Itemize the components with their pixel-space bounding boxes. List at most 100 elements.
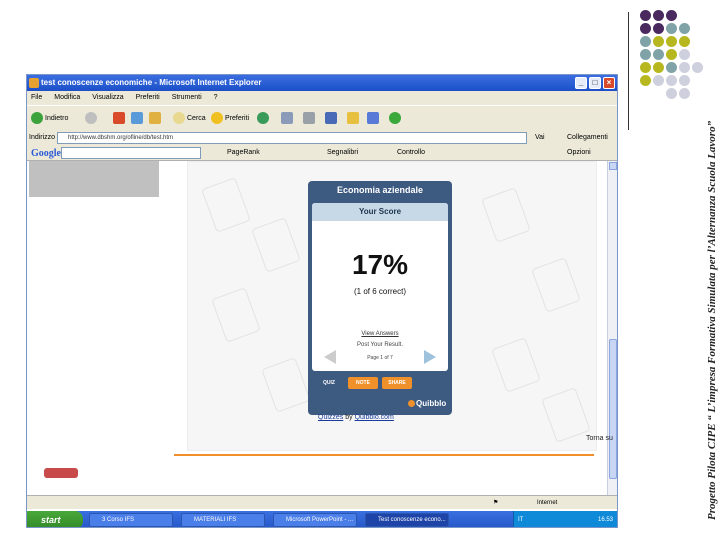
favorites-button[interactable]: Preferiti: [211, 112, 249, 126]
post-result-link[interactable]: Post Your Result.: [312, 342, 448, 348]
menu-file[interactable]: File: [31, 94, 42, 101]
messenger-icon: [389, 112, 401, 125]
menu-preferiti[interactable]: Preferiti: [136, 94, 160, 101]
forward-button[interactable]: [85, 112, 99, 126]
taskbar-item[interactable]: 3 Corso IFS: [89, 513, 173, 527]
decorative-dot: [666, 10, 677, 21]
research-button[interactable]: [367, 112, 381, 126]
refresh-icon: [131, 112, 143, 125]
next-arrow-icon[interactable]: [424, 350, 436, 364]
taskbar: start 3 Corso IFS MATERIALI IFS Microsof…: [27, 511, 617, 527]
history-button[interactable]: [257, 112, 271, 126]
decorative-dot: [653, 75, 664, 86]
taskbar-item-active[interactable]: Test conoscenze econo...: [365, 513, 449, 527]
google-logo: Google: [31, 148, 61, 159]
quiz-title: Economia aziendale: [336, 185, 424, 195]
back-button[interactable]: Indietro: [31, 112, 68, 126]
ie-icon: [29, 78, 39, 88]
status-bar: ⚑ Internet: [27, 495, 617, 509]
start-button[interactable]: start: [27, 511, 83, 527]
minimize-button[interactable]: _: [575, 77, 587, 89]
google-tool-bookmarks[interactable]: Segnalibri: [327, 145, 358, 161]
decorative-dot: [640, 62, 651, 73]
links-button[interactable]: Collegamenti: [567, 131, 608, 145]
edit-button[interactable]: [325, 112, 339, 126]
menu-modifica[interactable]: Modifica: [54, 94, 80, 101]
home-button[interactable]: [149, 112, 163, 126]
quiz-tabs: QUIZ NOTE SHARE: [308, 377, 452, 391]
quiz-widget: Economia aziendale Your Score 17% (1 of …: [308, 181, 452, 415]
close-button[interactable]: ×: [603, 77, 615, 89]
decorative-dot: [666, 36, 677, 47]
go-button[interactable]: Vai: [535, 131, 545, 145]
quibblo-link[interactable]: Quibblo.com: [355, 414, 394, 421]
decorative-dot: [679, 49, 690, 60]
search-button[interactable]: Cerca: [173, 112, 206, 126]
google-search-input[interactable]: [61, 147, 201, 159]
quibblo-dot-icon: [408, 400, 415, 408]
stop-icon: [113, 112, 125, 125]
bg-decoration: [481, 187, 531, 243]
tab-share[interactable]: SHARE: [382, 377, 412, 389]
decorative-dot: [653, 10, 664, 21]
research-icon: [367, 112, 379, 125]
score-card: Your Score 17% (1 of 6 correct) View Ans…: [312, 203, 448, 371]
view-answers-link[interactable]: View Answers: [312, 331, 448, 337]
maximize-button[interactable]: □: [589, 77, 601, 89]
taskbar-item[interactable]: MATERIALI IFS: [181, 513, 265, 527]
decorative-dot: [640, 49, 651, 60]
language-indicator[interactable]: IT: [518, 517, 523, 523]
menu-bar: File Modifica Visualizza Preferiti Strum…: [27, 91, 617, 105]
scroll-thumb[interactable]: [609, 339, 617, 479]
refresh-button[interactable]: [131, 112, 145, 126]
decorative-dot: [653, 49, 664, 60]
edit-icon: [325, 112, 337, 125]
decorative-dot: [679, 75, 690, 86]
menu-help[interactable]: ?: [214, 94, 218, 101]
toolbar: Indietro Cerca Preferiti: [27, 105, 617, 131]
bg-decoration: [491, 337, 541, 393]
discuss-button[interactable]: [347, 112, 361, 126]
scroll-up-arrow[interactable]: [609, 162, 617, 170]
stop-button[interactable]: [113, 112, 127, 126]
tab-quiz[interactable]: QUIZ: [316, 377, 342, 389]
tab-note[interactable]: NOTE: [348, 377, 378, 389]
prev-arrow-icon[interactable]: [324, 350, 336, 364]
menu-visualizza[interactable]: Visualizza: [92, 94, 123, 101]
vertical-scrollbar[interactable]: [607, 161, 617, 509]
print-button[interactable]: [303, 112, 317, 126]
gray-placeholder: [29, 161, 159, 197]
quizzes-link[interactable]: Quizzes: [318, 414, 343, 421]
google-tool-options[interactable]: Opzioni: [567, 145, 591, 161]
internet-zone: Internet: [537, 500, 558, 506]
print-icon: [303, 112, 315, 125]
divider-line: [628, 12, 629, 130]
bg-decoration: [541, 387, 591, 443]
taskbar-item[interactable]: Microsoft PowerPoint - ...: [273, 513, 357, 527]
torna-su-link[interactable]: Torna su: [586, 435, 613, 442]
address-label: Indirizzo: [29, 134, 56, 141]
history-icon: [257, 112, 269, 125]
decorative-dot: [679, 36, 690, 47]
window-titlebar: test conoscenze economiche - Microsoft I…: [27, 75, 617, 91]
messenger-button[interactable]: [389, 112, 403, 126]
star-icon: [211, 112, 223, 125]
correct-count: (1 of 6 correct): [353, 287, 406, 296]
mail-button[interactable]: [281, 112, 295, 126]
quibblo-logo: Quibblo: [408, 399, 446, 408]
decorative-dot: [653, 23, 664, 34]
decorative-dot: [666, 23, 677, 34]
bg-decoration: [261, 357, 311, 413]
bg-decoration: [211, 287, 261, 343]
google-tool-pagerank[interactable]: PageRank: [227, 145, 260, 161]
address-bar: Indirizzo http://www.dbshm.org/ofline/db…: [27, 131, 617, 145]
decorative-dot: [640, 36, 651, 47]
address-input[interactable]: http://www.dbshm.org/ofline/db/test.htm: [57, 132, 527, 144]
decorative-dot: [666, 75, 677, 86]
decorative-dot: [640, 10, 651, 21]
decorative-dot: [679, 62, 690, 73]
google-tool-check[interactable]: Controllo: [397, 145, 425, 161]
system-tray: IT 16.53: [513, 511, 617, 527]
menu-strumenti[interactable]: Strumenti: [172, 94, 202, 101]
decorative-dot: [666, 49, 677, 60]
